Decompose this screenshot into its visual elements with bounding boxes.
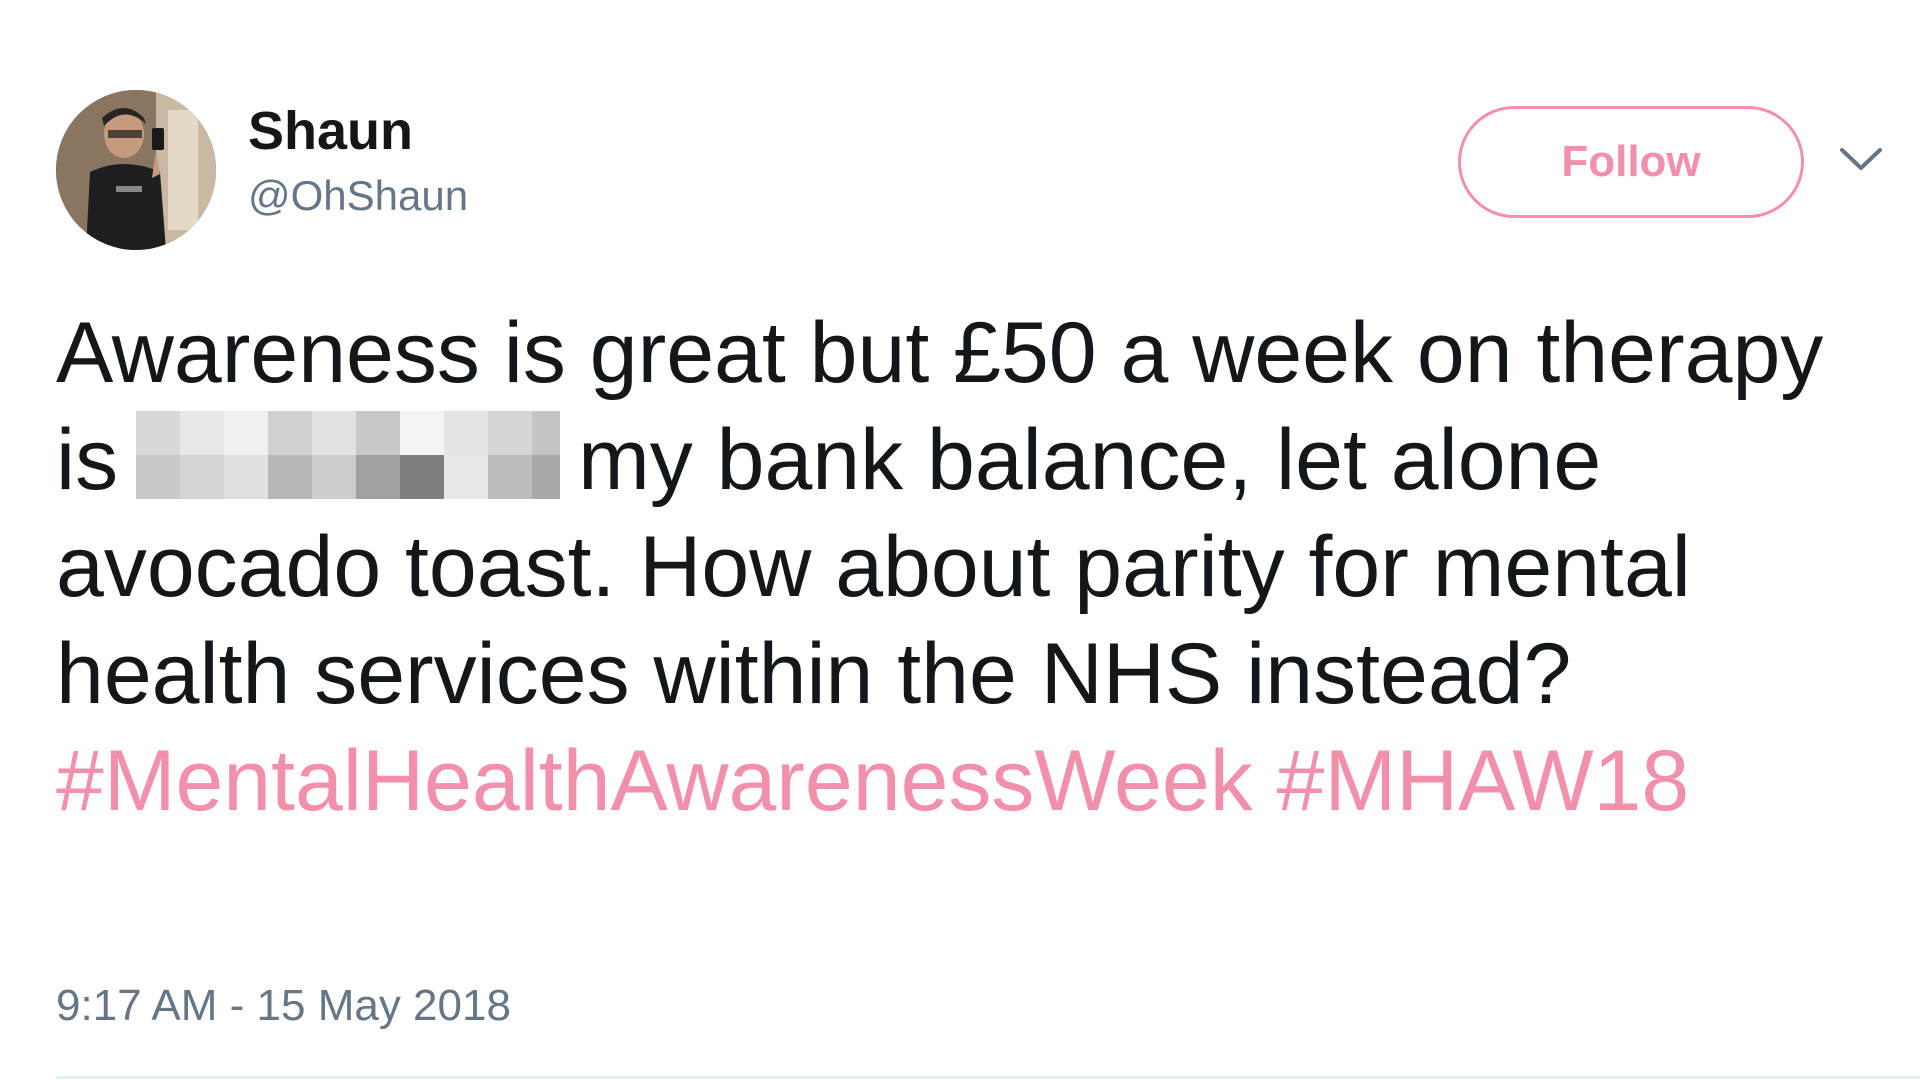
tweet-timestamp[interactable]: 9:17 AM - 15 May 2018 xyxy=(56,978,511,1034)
display-name[interactable]: Shaun xyxy=(248,100,468,162)
user-info: Shaun @OhShaun xyxy=(248,100,468,224)
censored-word-pixelation xyxy=(136,411,561,499)
tweet-text: Awareness is great but £50 a week on the… xyxy=(56,300,1856,835)
tweet-card: Shaun @OhShaun Follow Awareness is great… xyxy=(0,0,1920,1080)
avatar[interactable] xyxy=(56,90,216,250)
follow-button[interactable]: Follow xyxy=(1458,106,1804,218)
divider xyxy=(56,1076,1920,1079)
chevron-down-icon[interactable] xyxy=(1836,140,1886,180)
hashtag-mental-health-awareness-week[interactable]: #MentalHealthAwarenessWeek xyxy=(56,733,1253,829)
hashtag-mhaw18[interactable]: #MHAW18 xyxy=(1277,733,1690,829)
avatar-photo-icon xyxy=(56,90,216,250)
user-handle[interactable]: @OhShaun xyxy=(248,168,468,224)
tweet-header: Shaun @OhShaun Follow xyxy=(56,90,1906,250)
